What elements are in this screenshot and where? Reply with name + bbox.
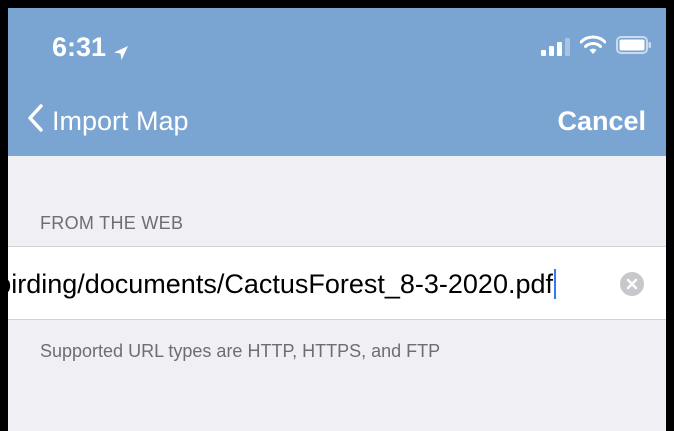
clear-circle-icon: [626, 278, 638, 290]
section-header: FROM THE WEB: [40, 213, 184, 233]
supported-url-note: Supported URL types are HTTP, HTTPS, and…: [40, 341, 441, 361]
back-button-label: Import Map: [52, 105, 189, 136]
text-cursor: [554, 269, 556, 299]
status-indicators: [541, 34, 652, 60]
clear-text-button[interactable]: [620, 272, 644, 296]
status-time: 6:31: [52, 28, 130, 66]
status-time-label: 6:31: [52, 31, 107, 62]
cancel-button-label: Cancel: [557, 105, 646, 136]
url-value: oirding/documents/CactusForest_8-3-2020.…: [8, 268, 553, 299]
wifi-icon: [579, 35, 607, 60]
url-input[interactable]: oirding/documents/CactusForest_8-3-2020.…: [8, 247, 613, 319]
back-button[interactable]: Import Map: [26, 100, 189, 142]
url-input-text[interactable]: oirding/documents/CactusForest_8-3-2020.…: [8, 267, 556, 301]
cancel-button[interactable]: Cancel: [557, 100, 646, 142]
chevron-left-icon: [26, 103, 44, 140]
import-map-screen: 6:31 Import Map Cancel FROM THE WEB oird…: [8, 8, 666, 431]
url-input-row[interactable]: oirding/documents/CactusForest_8-3-2020.…: [8, 246, 666, 320]
battery-icon: [616, 35, 652, 59]
cellular-signal-icon: [541, 38, 570, 56]
navigation-header: 6:31 Import Map Cancel: [8, 8, 666, 156]
location-arrow-icon: [112, 38, 130, 60]
